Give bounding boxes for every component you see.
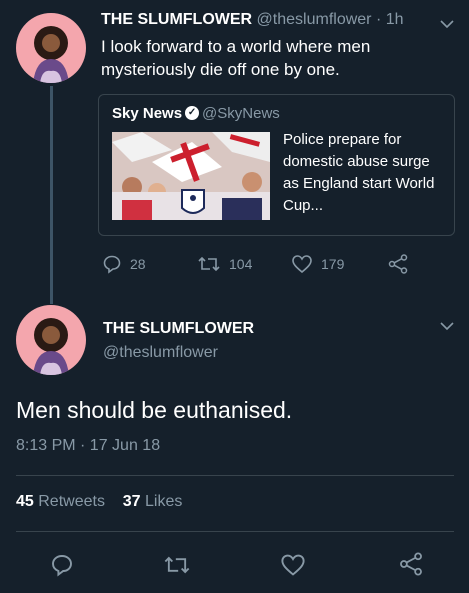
quoted-tweet[interactable]: Sky News ✓ @SkyNews Police prepare for dom…: [98, 94, 455, 236]
thread-line: [50, 86, 53, 304]
reply-icon: [52, 555, 72, 577]
username[interactable]: @theslumflower: [257, 11, 372, 28]
timestamp[interactable]: 8:13 PM · 17 Jun 18: [16, 437, 160, 455]
share-icon: [400, 552, 422, 576]
chevron-down-icon[interactable]: [440, 16, 454, 32]
quote-username: @SkyNews: [202, 105, 280, 122]
retweet-button[interactable]: [163, 553, 191, 582]
like-label: Likes: [144, 493, 183, 510]
quote-text: Police prepare for domestic abuse surge …: [283, 131, 435, 214]
like-total: 37: [122, 493, 141, 510]
likes-stat[interactable]: 37 Likes: [123, 493, 183, 510]
reply-button[interactable]: [50, 553, 74, 582]
tweet-text: I look forward to a world where men myst…: [101, 37, 371, 79]
retweet-label: Retweets: [38, 493, 105, 510]
heart-icon: [292, 255, 312, 274]
avatar[interactable]: [16, 305, 86, 375]
divider: [16, 475, 454, 476]
verified-icon: ✓: [185, 105, 200, 120]
username[interactable]: @theslumflower: [103, 344, 218, 362]
reply-count: 28: [130, 256, 146, 272]
display-name[interactable]: THE SLUMFLOWER: [101, 11, 252, 28]
retweet-button[interactable]: 104: [197, 254, 252, 274]
share-icon: [388, 254, 408, 274]
reply-button[interactable]: 28: [102, 254, 146, 274]
share-button[interactable]: [387, 253, 417, 275]
quote-display-name: Sky News: [112, 105, 183, 122]
avatar[interactable]: [16, 13, 86, 83]
heart-icon: [281, 554, 305, 576]
like-count: 179: [321, 256, 345, 272]
quote-header: Sky News ✓ @SkyNews: [112, 105, 280, 123]
display-name[interactable]: THE SLUMFLOWER: [103, 320, 254, 338]
retweet-count: 104: [229, 256, 253, 272]
like-button[interactable]: 179: [291, 254, 344, 274]
quote-image: [112, 132, 270, 220]
retweets-stat[interactable]: 45 Retweets: [16, 493, 105, 510]
engagement-stats: 45 Retweets 37 Likes: [16, 493, 182, 511]
divider: [16, 531, 454, 532]
retweet-total: 45: [16, 493, 34, 510]
retweet-icon: [164, 556, 190, 574]
like-button[interactable]: [280, 553, 306, 582]
tweet-text: Men should be euthanised.: [16, 397, 293, 423]
share-button[interactable]: [398, 551, 424, 582]
timestamp[interactable]: · 1h: [376, 11, 404, 28]
retweet-icon: [198, 256, 220, 272]
reply-icon: [103, 255, 121, 274]
chevron-down-icon[interactable]: [440, 318, 454, 334]
tweet-header: THE SLUMFLOWER @theslumflower · 1h: [101, 11, 404, 29]
